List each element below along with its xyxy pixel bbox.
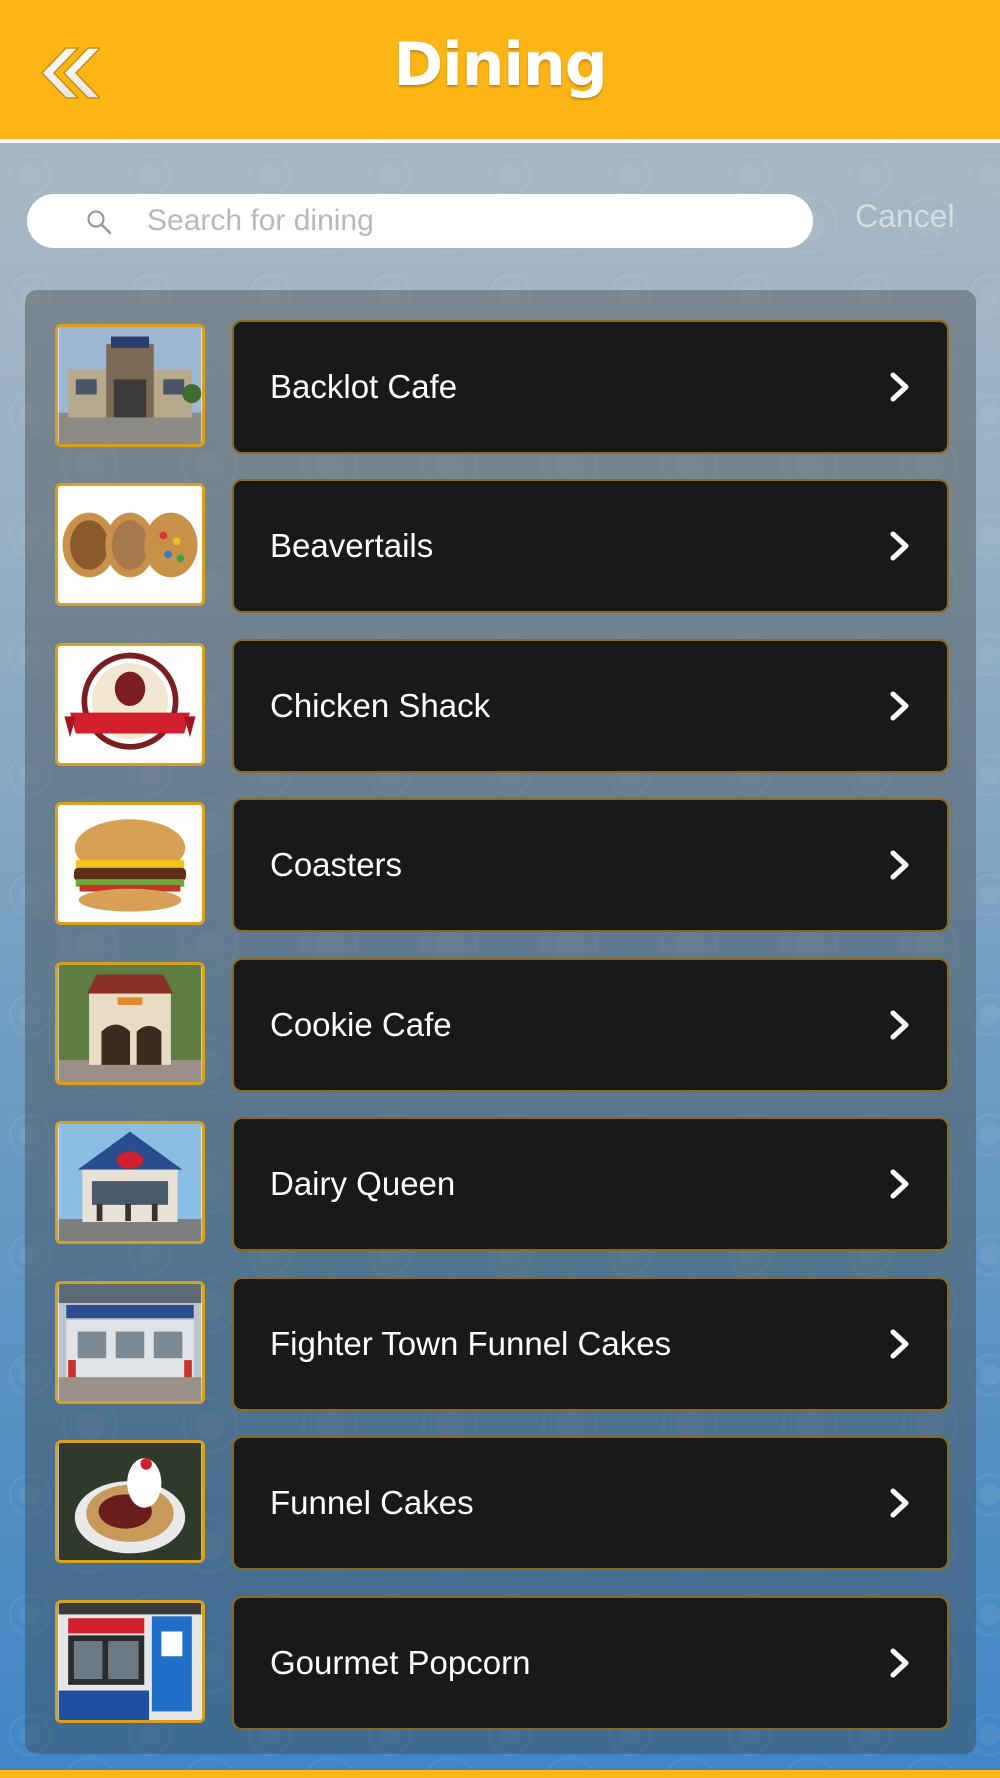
pastry-photo	[58, 486, 202, 603]
item-label: Chicken Shack	[270, 687, 491, 724]
kiosk-photo	[58, 965, 202, 1082]
thumbnail-image[interactable]	[55, 483, 205, 606]
chevron-right-icon	[890, 531, 909, 561]
list-item: Funnel Cakes	[25, 1436, 976, 1570]
header-bar: Dining	[0, 0, 1000, 143]
thumbnail-image[interactable]	[55, 1600, 205, 1723]
cancel-button[interactable]: Cancel	[855, 198, 955, 235]
search-bar[interactable]	[27, 194, 813, 248]
chevron-right-icon	[890, 1648, 909, 1678]
footer-strip	[0, 1770, 1000, 1778]
item-label: Gourmet Popcorn	[270, 1644, 531, 1681]
item-label: Dairy Queen	[270, 1165, 456, 1202]
item-label: Coasters	[270, 846, 403, 883]
search-icon	[87, 210, 112, 235]
row-button[interactable]: Beavertails	[232, 479, 949, 613]
list-item: Coasters	[25, 798, 976, 932]
stand-photo	[58, 1124, 202, 1241]
list-item: Gourmet Popcorn	[25, 1596, 976, 1730]
chicken-shack-logo	[58, 646, 202, 763]
search-input[interactable]	[147, 194, 787, 248]
list-item: Fighter Town Funnel Cakes	[25, 1277, 976, 1411]
funnel-cake-photo	[58, 1443, 202, 1560]
row-button[interactable]: Backlot Cafe	[232, 320, 949, 454]
row-button[interactable]: Gourmet Popcorn	[232, 1596, 949, 1730]
thumbnail-image[interactable]	[55, 962, 205, 1085]
chevron-right-icon	[890, 1169, 909, 1199]
chevron-right-icon	[890, 850, 909, 880]
item-label: Funnel Cakes	[270, 1484, 474, 1521]
building-photo	[58, 327, 202, 444]
list-item: Cookie Cafe	[25, 958, 976, 1092]
dining-list: Backlot Cafe Beavertails Chicken Shack C…	[25, 290, 976, 1754]
chevron-right-icon	[890, 1329, 909, 1359]
row-button[interactable]: Chicken Shack	[232, 639, 949, 773]
row-button[interactable]: Coasters	[232, 798, 949, 932]
list-item: Chicken Shack	[25, 639, 976, 773]
thumbnail-image[interactable]	[55, 802, 205, 925]
chevron-right-icon	[890, 1010, 909, 1040]
storefront-photo	[58, 1284, 202, 1401]
burger-photo	[58, 805, 202, 922]
thumbnail-image[interactable]	[55, 1281, 205, 1404]
row-button[interactable]: Fighter Town Funnel Cakes	[232, 1277, 949, 1411]
thumbnail-image[interactable]	[55, 643, 205, 766]
item-label: Fighter Town Funnel Cakes	[270, 1325, 672, 1362]
chevron-right-icon	[890, 372, 909, 402]
chevron-right-icon	[890, 1488, 909, 1518]
list-item: Backlot Cafe	[25, 320, 976, 454]
item-label: Beavertails	[270, 527, 434, 564]
thumbnail-image[interactable]	[55, 324, 205, 447]
list-item: Dairy Queen	[25, 1117, 976, 1251]
thumbnail-image[interactable]	[55, 1440, 205, 1563]
page-title: Dining	[393, 30, 607, 100]
item-label: Backlot Cafe	[270, 368, 458, 405]
chevron-right-icon	[890, 691, 909, 721]
row-button[interactable]: Funnel Cakes	[232, 1436, 949, 1570]
row-button[interactable]: Dairy Queen	[232, 1117, 949, 1251]
row-button[interactable]: Cookie Cafe	[232, 958, 949, 1092]
thumbnail-image[interactable]	[55, 1121, 205, 1244]
item-label: Cookie Cafe	[270, 1006, 452, 1043]
list-item: Beavertails	[25, 479, 976, 613]
popcorn-shop-photo	[58, 1603, 202, 1720]
